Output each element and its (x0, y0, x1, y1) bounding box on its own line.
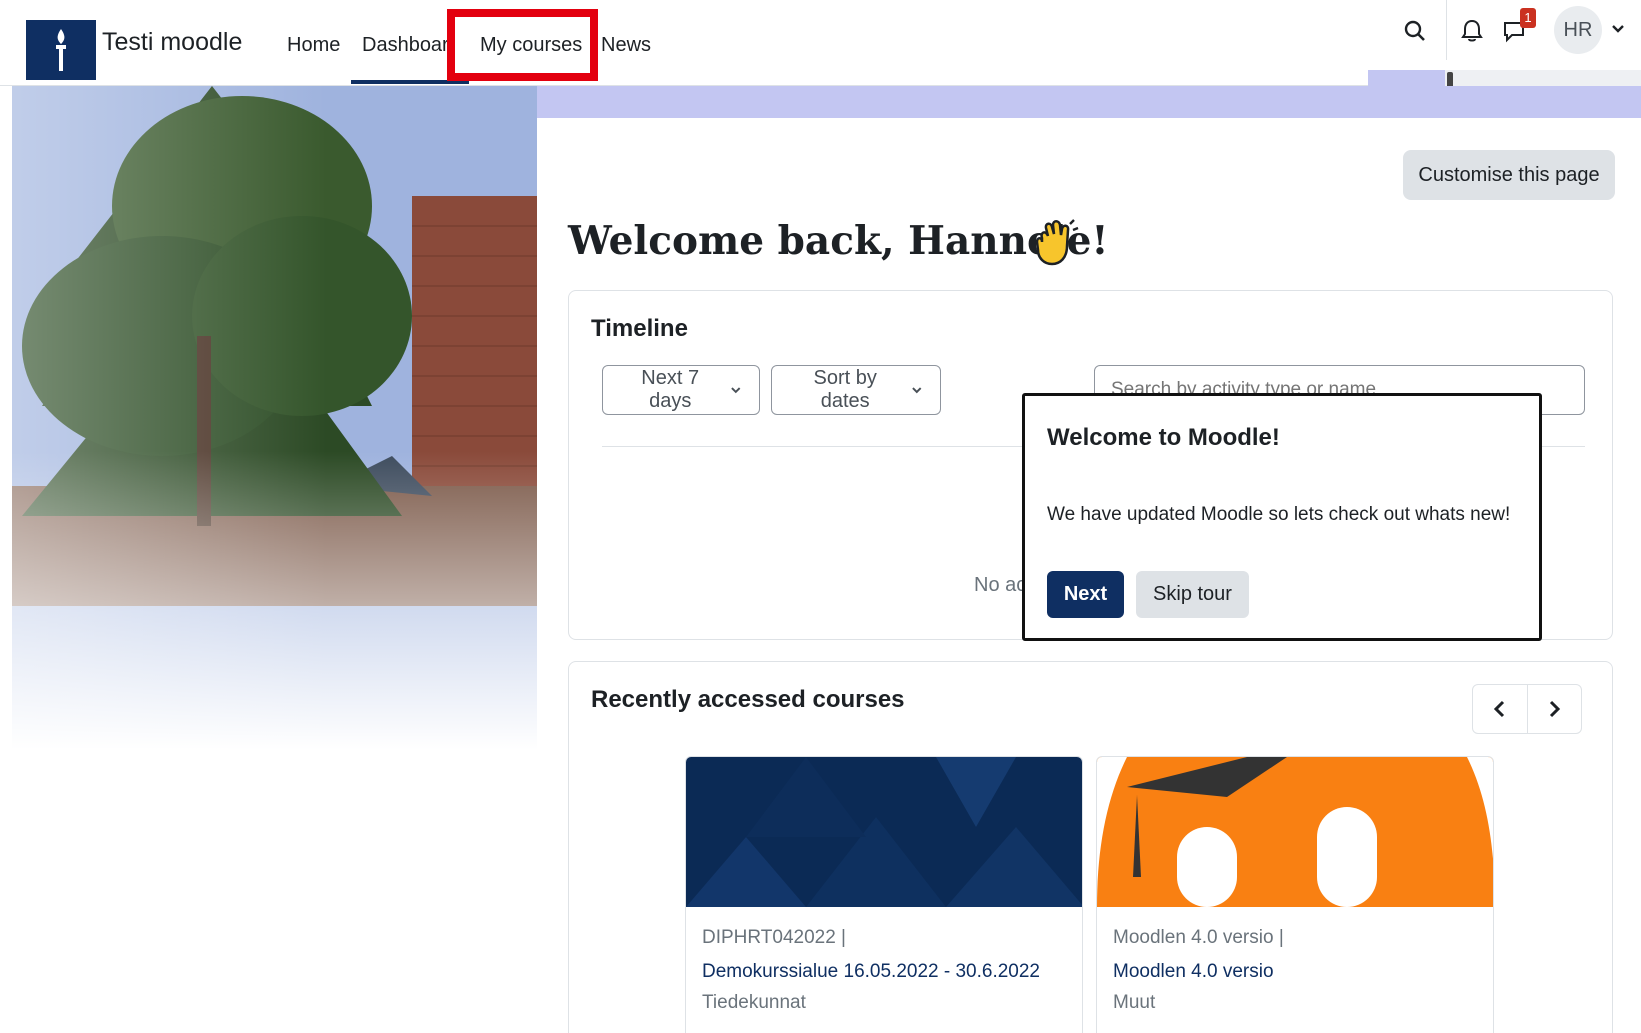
previous-page-button[interactable] (1473, 685, 1527, 733)
course-name-link[interactable]: Demokurssialue 16.05.2022 - 30.6.2022 (702, 961, 1040, 983)
highlight-annotation-box (447, 9, 598, 81)
nav-dashboard[interactable]: Dashboard (362, 34, 452, 57)
recent-courses-block: Recently accessed courses DIPHRT042022 |… (568, 661, 1613, 1033)
tour-skip-button[interactable]: Skip tour (1136, 571, 1249, 618)
course-subcategory: Tiedekunnat (702, 992, 806, 1013)
next-page-button[interactable] (1526, 685, 1581, 733)
timeline-sort-filter[interactable]: Sort by dates (771, 365, 941, 415)
timeline-title: Timeline (591, 315, 688, 342)
chevron-down-icon[interactable] (1608, 18, 1628, 38)
course-name-link[interactable]: Moodlen 4.0 versio (1113, 961, 1274, 983)
header-band-main (537, 86, 1641, 118)
site-logo[interactable] (26, 20, 96, 80)
timeline-day-filter[interactable]: Next 7 days (602, 365, 760, 415)
site-name[interactable]: Testi moodle (102, 28, 242, 57)
user-tour-popup: Welcome to Moodle! We have updated Moodl… (1022, 393, 1542, 641)
tour-next-button[interactable]: Next (1047, 571, 1124, 618)
chevron-down-icon (912, 387, 922, 394)
course-card[interactable]: DIPHRT042022 | Demokurssialue 16.05.2022… (685, 756, 1083, 1033)
chevron-left-icon (1493, 700, 1505, 718)
day-filter-label: Next 7 days (641, 367, 700, 412)
nav-news[interactable]: News (601, 34, 651, 57)
waving-hand-icon (1032, 218, 1082, 268)
course-card[interactable]: Moodlen 4.0 versio | Moodlen 4.0 versio … (1096, 756, 1494, 1033)
course-image[interactable] (1097, 757, 1493, 907)
recent-courses-title: Recently accessed courses (591, 686, 905, 713)
bell-icon[interactable] (1457, 16, 1487, 46)
nav-home[interactable]: Home (287, 34, 340, 57)
chevron-right-icon (1550, 700, 1561, 718)
moodle-logo-icon (1097, 757, 1493, 907)
user-avatar[interactable]: HR (1554, 6, 1602, 54)
hero-image (12, 86, 537, 750)
course-category: DIPHRT042022 | (702, 927, 846, 948)
message-count-badge: 1 (1520, 8, 1536, 28)
sort-filter-label: Sort by dates (813, 367, 877, 412)
course-category: Moodlen 4.0 versio | (1113, 927, 1284, 948)
search-icon[interactable] (1400, 16, 1430, 46)
hero-fade (12, 86, 537, 750)
chevron-down-icon (731, 387, 741, 394)
customise-page-button[interactable]: Customise this page (1403, 150, 1615, 200)
course-subcategory: Muut (1113, 992, 1156, 1013)
torch-icon (56, 29, 66, 71)
tour-text: We have updated Moodle so lets check out… (1047, 504, 1511, 525)
navbar-divider (1446, 0, 1447, 60)
course-image[interactable] (686, 757, 1082, 907)
page-title: Welcome back, Hannele! (568, 218, 1109, 264)
tour-title: Welcome to Moodle! (1047, 424, 1280, 451)
recent-courses-pager (1472, 684, 1582, 734)
